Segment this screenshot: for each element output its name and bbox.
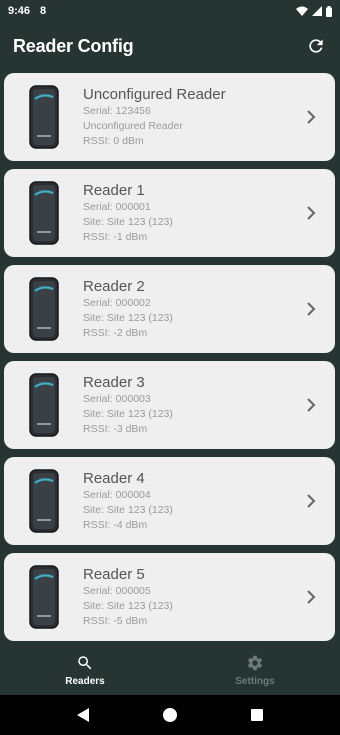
bottom-navigation: Readers Settings — [0, 644, 340, 695]
card-reader-icon — [29, 469, 59, 533]
reader-site: Site: Site 123 (123) — [83, 407, 173, 420]
reader-card[interactable]: Reader 2 Serial: 000002 Site: Site 123 (12… — [4, 265, 335, 353]
home-icon — [162, 708, 177, 722]
reader-serial: Serial: 000003 — [83, 392, 151, 405]
reader-title: Reader 2 — [83, 277, 145, 295]
reader-details: Unconfigured Reader Serial: 123456 Unconfi… — [83, 86, 299, 149]
reader-title: Reader 3 — [83, 373, 145, 391]
card-reader-icon — [29, 85, 59, 149]
reader-rssi: RSSI: -4 dBm — [83, 518, 148, 531]
reader-title: Reader 5 — [83, 565, 145, 583]
refresh-icon — [309, 39, 323, 53]
reader-site: Site: Site 123 (123) — [83, 311, 173, 324]
chevron-right-icon — [299, 297, 323, 321]
reader-rssi: RSSI: -2 dBm — [83, 326, 148, 339]
status-time: 9:46 — [8, 5, 31, 17]
status-icons — [296, 5, 332, 17]
reader-site: Site: Site 123 (123) — [83, 503, 173, 516]
reader-serial: Serial: 000005 — [83, 584, 151, 597]
reader-details: Reader 1 Serial: 000001 Site: Site 123 (12… — [83, 182, 299, 245]
reader-rssi: RSSI: -5 dBm — [83, 614, 148, 627]
back-button[interactable] — [71, 703, 95, 727]
system-navigation-bar — [0, 695, 340, 735]
nav-settings-label: Settings — [235, 676, 275, 687]
reader-serial: Serial: 000001 — [83, 200, 151, 213]
battery-icon — [326, 5, 332, 17]
card-reader-icon — [29, 565, 59, 629]
back-icon — [77, 708, 90, 722]
reader-card[interactable]: Reader 3 Serial: 000003 Site: Site 123 (12… — [4, 361, 335, 449]
nav-settings[interactable]: Settings — [170, 644, 340, 695]
reader-rssi: RSSI: -1 dBm — [83, 230, 148, 243]
chevron-right-icon — [299, 105, 323, 129]
reader-card[interactable]: Reader 1 Serial: 000001 Site: Site 123 (12… — [4, 169, 335, 257]
reader-site: Site: Site 123 (123) — [83, 599, 173, 612]
search-icon — [74, 652, 96, 674]
chevron-right-icon — [299, 393, 323, 417]
card-reader-icon — [29, 277, 59, 341]
nav-readers-label: Readers — [65, 676, 105, 687]
card-reader-icon — [29, 181, 59, 245]
signal-icon — [312, 6, 322, 16]
reader-title: Unconfigured Reader — [83, 85, 226, 103]
refresh-button[interactable] — [304, 34, 328, 58]
reader-site: Unconfigured Reader — [83, 119, 183, 132]
reader-details: Reader 4 Serial: 000004 Site: Site 123 (12… — [83, 470, 299, 533]
card-reader-icon — [29, 373, 59, 437]
reader-card[interactable]: Reader 5 Serial: 000005 Site: Site 123 (12… — [4, 553, 335, 641]
reader-rssi: RSSI: -3 dBm — [83, 422, 148, 435]
reader-card[interactable]: Unconfigured Reader Serial: 123456 Unconfi… — [4, 73, 335, 161]
status-bar: 9:46 8 — [0, 0, 340, 22]
reader-serial: Serial: 000002 — [83, 296, 151, 309]
recents-button[interactable] — [245, 703, 269, 727]
chevron-right-icon — [299, 201, 323, 225]
nav-readers[interactable]: Readers — [0, 644, 170, 695]
gear-icon — [244, 652, 266, 674]
reader-card[interactable]: Reader 4 Serial: 000004 Site: Site 123 (12… — [4, 457, 335, 545]
page-title: Reader Config — [13, 35, 134, 56]
recents-icon — [250, 709, 263, 721]
chevron-right-icon — [299, 585, 323, 609]
reader-details: Reader 5 Serial: 000005 Site: Site 123 (12… — [83, 566, 299, 629]
reader-rssi: RSSI: 0 dBm — [83, 134, 144, 147]
reader-list[interactable]: Unconfigured Reader Serial: 123456 Unconfi… — [0, 70, 340, 644]
reader-serial: Serial: 000004 — [83, 488, 151, 501]
reader-title: Reader 4 — [83, 469, 145, 487]
app-bar: Reader Config — [0, 22, 340, 70]
reader-title: Reader 1 — [83, 181, 145, 199]
reader-details: Reader 3 Serial: 000003 Site: Site 123 (12… — [83, 374, 299, 437]
reader-site: Site: Site 123 (123) — [83, 215, 173, 228]
home-button[interactable] — [158, 703, 182, 727]
reader-details: Reader 2 Serial: 000002 Site: Site 123 (12… — [83, 278, 299, 341]
chevron-right-icon — [299, 489, 323, 513]
notification-icon: 8 — [40, 5, 47, 17]
reader-serial: Serial: 123456 — [83, 104, 151, 117]
wifi-icon — [296, 6, 308, 16]
